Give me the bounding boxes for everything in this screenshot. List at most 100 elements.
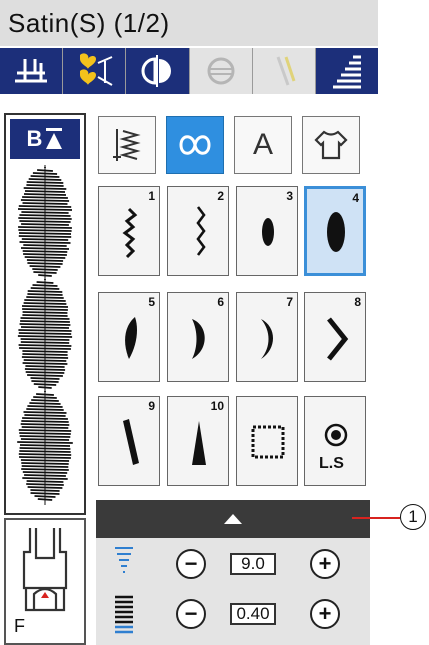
stitch-line bbox=[19, 333, 71, 334]
category-badge: B bbox=[10, 119, 80, 159]
callout-marker-label: 1 bbox=[408, 507, 417, 527]
stitch-line bbox=[29, 179, 62, 180]
stitch-line bbox=[23, 203, 68, 204]
tab-alphabet-label: A bbox=[253, 128, 273, 162]
stitch-line bbox=[22, 466, 69, 467]
stitch-line bbox=[27, 260, 63, 261]
stitch-line bbox=[29, 403, 60, 404]
utility-stitch-icon bbox=[109, 125, 145, 165]
pattern-button-8[interactable]: 8 bbox=[304, 292, 366, 382]
stitch-line bbox=[21, 224, 69, 225]
stitch-preview-panel: B bbox=[4, 113, 86, 515]
pattern-button-3[interactable]: 3 bbox=[236, 186, 298, 276]
stitch-line bbox=[22, 354, 67, 355]
stitch-line bbox=[26, 297, 63, 298]
stitch-line bbox=[21, 463, 68, 464]
length-decrease-button[interactable]: − bbox=[176, 599, 206, 629]
tab-alphabet[interactable]: A bbox=[234, 116, 292, 174]
stitch-line bbox=[20, 448, 71, 449]
elongation-button[interactable] bbox=[190, 48, 253, 94]
stitch-preview-image bbox=[6, 165, 84, 505]
stitch-line bbox=[35, 496, 56, 497]
stitch-line bbox=[24, 475, 66, 476]
function-bar bbox=[0, 48, 378, 94]
stitch-line bbox=[37, 282, 54, 283]
stitch-line bbox=[23, 363, 68, 364]
stitch-line bbox=[22, 351, 67, 352]
tab-utility-stitches[interactable] bbox=[98, 116, 156, 174]
tab-satin-stitches[interactable] bbox=[166, 116, 224, 174]
tab-garment[interactable] bbox=[302, 116, 360, 174]
stitch-line bbox=[21, 469, 69, 470]
pattern-button-10[interactable]: 10 bbox=[167, 396, 229, 486]
stitch-line bbox=[26, 484, 64, 485]
width-decrease-button[interactable]: − bbox=[176, 549, 206, 579]
stitch-line bbox=[20, 321, 70, 322]
stitch-line bbox=[31, 493, 60, 494]
stitch-line bbox=[31, 176, 60, 177]
stitch-line bbox=[20, 445, 70, 446]
stitch-line bbox=[33, 173, 57, 174]
stitch-line bbox=[24, 303, 67, 304]
stitch-density-button[interactable] bbox=[316, 48, 378, 94]
width-increase-button[interactable]: + bbox=[310, 549, 340, 579]
stitch-line bbox=[38, 499, 52, 500]
twin-needle-button[interactable] bbox=[253, 48, 316, 94]
stitch-line bbox=[19, 457, 71, 458]
stitch-line bbox=[19, 348, 71, 349]
stitch-line bbox=[27, 263, 62, 264]
pattern-button-4[interactable]: 4 bbox=[304, 186, 366, 276]
pattern-button-9[interactable]: 9 bbox=[98, 396, 160, 486]
heart-memory-button[interactable] bbox=[63, 48, 126, 94]
stitch-line bbox=[21, 342, 69, 343]
stitch-line bbox=[27, 294, 62, 295]
callout-line bbox=[352, 517, 400, 519]
width-decrease-label: − bbox=[185, 553, 198, 575]
pattern-button-11[interactable] bbox=[236, 396, 298, 486]
stitch-line bbox=[17, 442, 73, 443]
pattern-button-5[interactable]: 5 bbox=[98, 292, 160, 382]
needle-plate-icon bbox=[11, 53, 51, 89]
stitch-line bbox=[19, 345, 72, 346]
needle-plate-button[interactable] bbox=[0, 48, 63, 94]
stitch-line bbox=[23, 254, 67, 255]
stitch-line bbox=[21, 212, 68, 213]
stitch-line bbox=[32, 269, 57, 270]
length-increase-button[interactable]: + bbox=[310, 599, 340, 629]
wave-pattern-icon bbox=[168, 187, 230, 277]
callout-marker: 1 bbox=[400, 504, 426, 530]
stitch-line bbox=[18, 209, 72, 210]
stitch-line bbox=[38, 275, 52, 276]
stitch-line bbox=[23, 312, 68, 313]
stitch-line bbox=[21, 421, 68, 422]
stitch-line bbox=[18, 336, 72, 337]
mirror-image-button[interactable] bbox=[126, 48, 189, 94]
stitch-line bbox=[22, 478, 67, 479]
screen-title-bar: Satin(S) (1/2) bbox=[0, 0, 378, 46]
stitch-line bbox=[28, 487, 63, 488]
large-oval-pattern-icon bbox=[307, 189, 365, 275]
stitch-line bbox=[20, 324, 71, 325]
stitch-width-value-text: 9.0 bbox=[241, 554, 265, 574]
teardrop-pattern-icon bbox=[99, 293, 161, 383]
pattern-button-2[interactable]: 2 bbox=[167, 186, 229, 276]
stitch-line bbox=[36, 394, 54, 395]
chevron-pattern-icon bbox=[305, 293, 367, 383]
stitch-line bbox=[19, 215, 70, 216]
stitch-line bbox=[31, 288, 60, 289]
pattern-button-1[interactable]: 1 bbox=[98, 186, 160, 276]
stitch-line bbox=[30, 266, 61, 267]
stitch-line bbox=[31, 378, 60, 379]
stitch-line bbox=[25, 369, 65, 370]
stitch-density-level-icon bbox=[114, 594, 134, 634]
length-decrease-label: − bbox=[185, 603, 198, 625]
pattern-button-6[interactable]: 6 bbox=[167, 292, 229, 382]
stitch-line bbox=[27, 406, 62, 407]
stitch-width-icon bbox=[114, 546, 134, 580]
pattern-button-lock-stitch[interactable]: L.S bbox=[304, 396, 366, 486]
settings-panel-toggle[interactable] bbox=[96, 500, 370, 538]
stitch-line bbox=[25, 191, 65, 192]
stitch-line bbox=[21, 439, 69, 440]
stitch-line bbox=[20, 242, 71, 243]
pattern-button-7[interactable]: 7 bbox=[236, 292, 298, 382]
